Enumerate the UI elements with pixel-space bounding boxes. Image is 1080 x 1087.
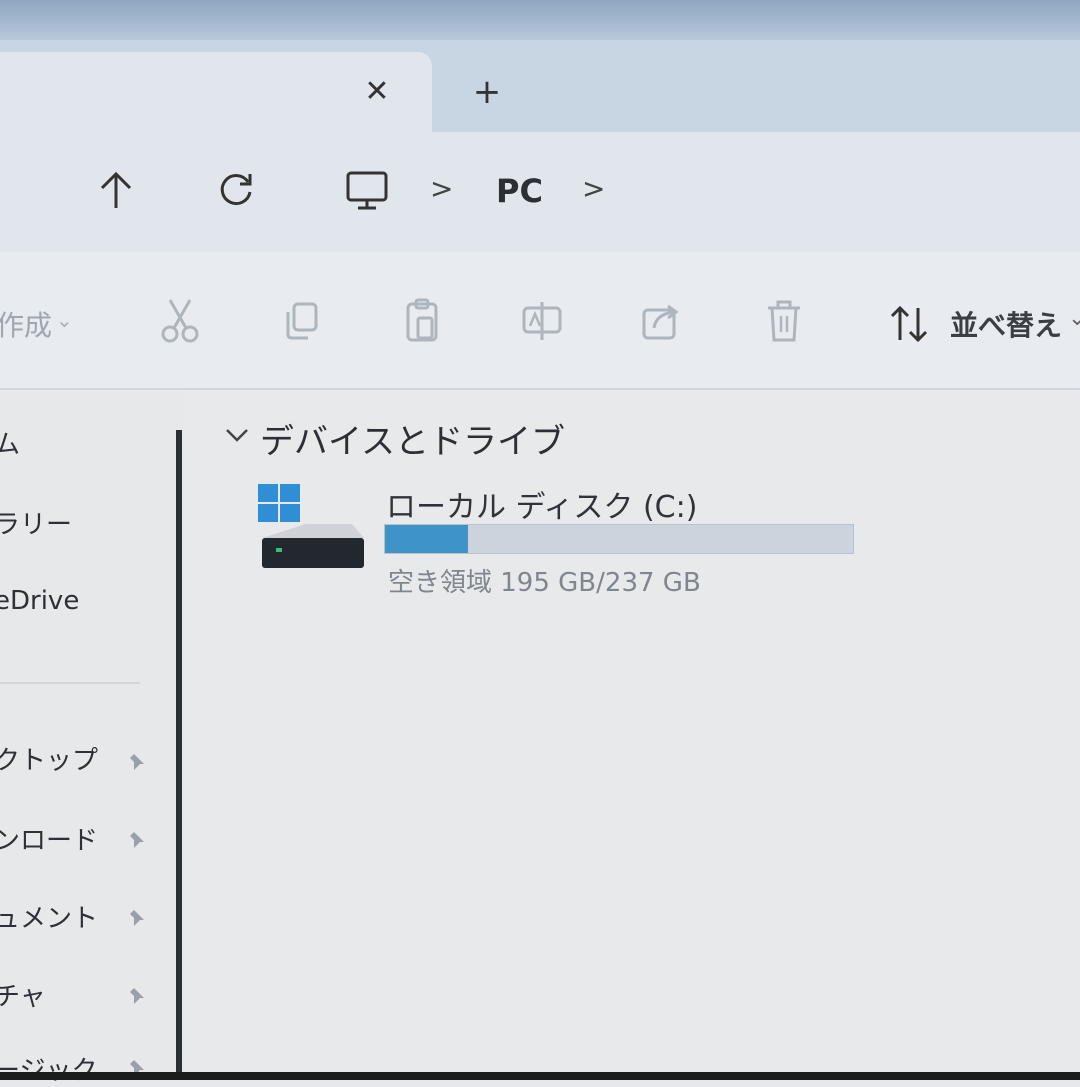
drive-name[interactable]: ローカル ディスク (C:): [386, 482, 697, 526]
cut-icon[interactable]: [158, 296, 202, 346]
drive-usage-fill: [385, 525, 468, 553]
paste-icon[interactable]: [400, 296, 444, 346]
sidebar-item-documents[interactable]: ュメント: [0, 898, 98, 935]
sidebar-item-gallery[interactable]: ラリー: [0, 504, 72, 541]
sidebar-item-desktop[interactable]: クトップ: [0, 740, 98, 777]
pin-icon[interactable]: [126, 750, 148, 772]
copy-icon[interactable]: [280, 296, 324, 346]
sidebar-item-downloads[interactable]: ンロード: [0, 820, 98, 857]
pane-separator: [0, 682, 140, 684]
rename-icon[interactable]: [520, 296, 564, 346]
breadcrumb-pc[interactable]: PC: [496, 172, 543, 210]
sidebar-item-home[interactable]: ム: [0, 424, 20, 461]
close-icon[interactable]: ✕: [355, 70, 399, 114]
drive-free-space: 空き領域 195 GB/237 GB: [388, 568, 701, 598]
screen-bezel: [0, 1072, 1080, 1080]
sidebar-item-pictures[interactable]: チャ: [0, 976, 46, 1013]
sidebar-item-onedrive[interactable]: eDrive: [0, 586, 79, 616]
pane-resize-handle[interactable]: [176, 430, 182, 1080]
pin-icon[interactable]: [126, 828, 148, 850]
drive-icon[interactable]: [256, 482, 368, 572]
new-button[interactable]: 作成: [0, 304, 52, 344]
section-header-devices[interactable]: デバイスとドライブ: [260, 414, 565, 463]
window-title-strip: [0, 0, 1080, 40]
sidebar-item-music[interactable]: ージック: [0, 1050, 97, 1087]
pin-icon[interactable]: [126, 984, 148, 1006]
share-icon[interactable]: [640, 296, 684, 346]
chevron-down-icon[interactable]: ⌄: [1068, 306, 1080, 331]
refresh-icon[interactable]: [214, 168, 258, 212]
up-arrow-icon[interactable]: [96, 168, 136, 212]
pin-icon[interactable]: [126, 906, 148, 928]
chevron-down-icon[interactable]: ⌄: [56, 308, 73, 332]
delete-icon[interactable]: [762, 296, 806, 346]
sort-icon[interactable]: [888, 302, 930, 346]
breadcrumb-separator[interactable]: >: [430, 172, 453, 205]
breadcrumb-separator[interactable]: >: [582, 172, 605, 205]
plus-icon[interactable]: +: [465, 70, 509, 114]
sort-button[interactable]: 並べ替え: [950, 304, 1062, 344]
chevron-down-icon[interactable]: [224, 424, 250, 446]
drive-usage-bar: [384, 524, 854, 554]
computer-icon[interactable]: [344, 170, 390, 212]
